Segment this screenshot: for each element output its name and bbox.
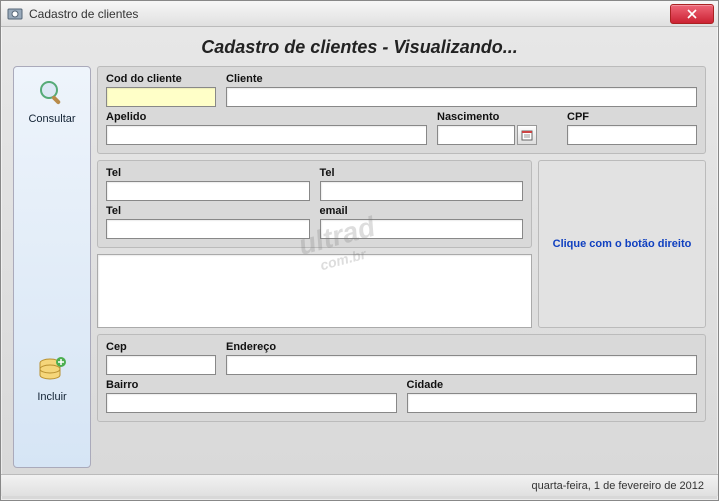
window-title: Cadastro de clientes xyxy=(29,7,670,21)
input-cod-cliente[interactable] xyxy=(106,87,216,107)
panel-address: Cep Endereço Bairro Cidade xyxy=(97,334,706,422)
notes-area[interactable] xyxy=(97,254,532,328)
page-title: Cadastro de clientes - Visualizando... xyxy=(1,27,718,66)
search-icon xyxy=(36,77,68,109)
input-bairro[interactable] xyxy=(106,393,397,413)
close-icon xyxy=(687,9,697,19)
label-endereco: Endereço xyxy=(226,341,697,353)
input-cliente[interactable] xyxy=(226,87,697,107)
label-apelido: Apelido xyxy=(106,111,427,123)
sidebar-item-consultar[interactable]: Consultar xyxy=(28,77,75,125)
input-tel2[interactable] xyxy=(320,181,524,201)
label-tel3: Tel xyxy=(106,205,310,217)
database-add-icon xyxy=(36,355,68,387)
label-cpf: CPF xyxy=(567,111,697,123)
label-email: email xyxy=(320,205,524,217)
panel-contacts: Tel Tel Tel xyxy=(97,160,532,248)
app-icon xyxy=(7,6,23,22)
input-cpf[interactable] xyxy=(567,125,697,145)
sidebar-item-incluir[interactable]: Incluir xyxy=(36,355,68,403)
label-cliente: Cliente xyxy=(226,73,697,85)
statusbar: quarta-feira, 1 de fevereiro de 2012 xyxy=(1,474,718,496)
context-hint-text: Clique com o botão direito xyxy=(553,238,692,250)
form-content: Cod do cliente Cliente Apelido Nasciment… xyxy=(97,66,706,468)
calendar-icon xyxy=(521,129,533,141)
input-cidade[interactable] xyxy=(407,393,698,413)
close-button[interactable] xyxy=(670,4,714,24)
label-cidade: Cidade xyxy=(407,379,698,391)
input-cep[interactable] xyxy=(106,355,216,375)
label-nascimento: Nascimento xyxy=(437,111,557,123)
context-hint-box[interactable]: Clique com o botão direito xyxy=(538,160,706,328)
panel-identification: Cod do cliente Cliente Apelido Nasciment… xyxy=(97,66,706,154)
label-tel2: Tel xyxy=(320,167,524,179)
input-tel1[interactable] xyxy=(106,181,310,201)
calendar-button[interactable] xyxy=(517,125,537,145)
label-bairro: Bairro xyxy=(106,379,397,391)
input-endereco[interactable] xyxy=(226,355,697,375)
input-email[interactable] xyxy=(320,219,524,239)
sidebar-item-label: Incluir xyxy=(37,391,66,403)
input-nascimento[interactable] xyxy=(437,125,515,145)
input-apelido[interactable] xyxy=(106,125,427,145)
label-cod-cliente: Cod do cliente xyxy=(106,73,216,85)
sidebar-item-label: Consultar xyxy=(28,113,75,125)
label-cep: Cep xyxy=(106,341,216,353)
status-date: quarta-feira, 1 de fevereiro de 2012 xyxy=(532,480,704,492)
input-tel3[interactable] xyxy=(106,219,310,239)
titlebar: Cadastro de clientes xyxy=(1,1,718,27)
label-tel1: Tel xyxy=(106,167,310,179)
app-window: Cadastro de clientes Cadastro de cliente… xyxy=(0,0,719,501)
sidebar: Consultar Incluir xyxy=(13,66,91,468)
